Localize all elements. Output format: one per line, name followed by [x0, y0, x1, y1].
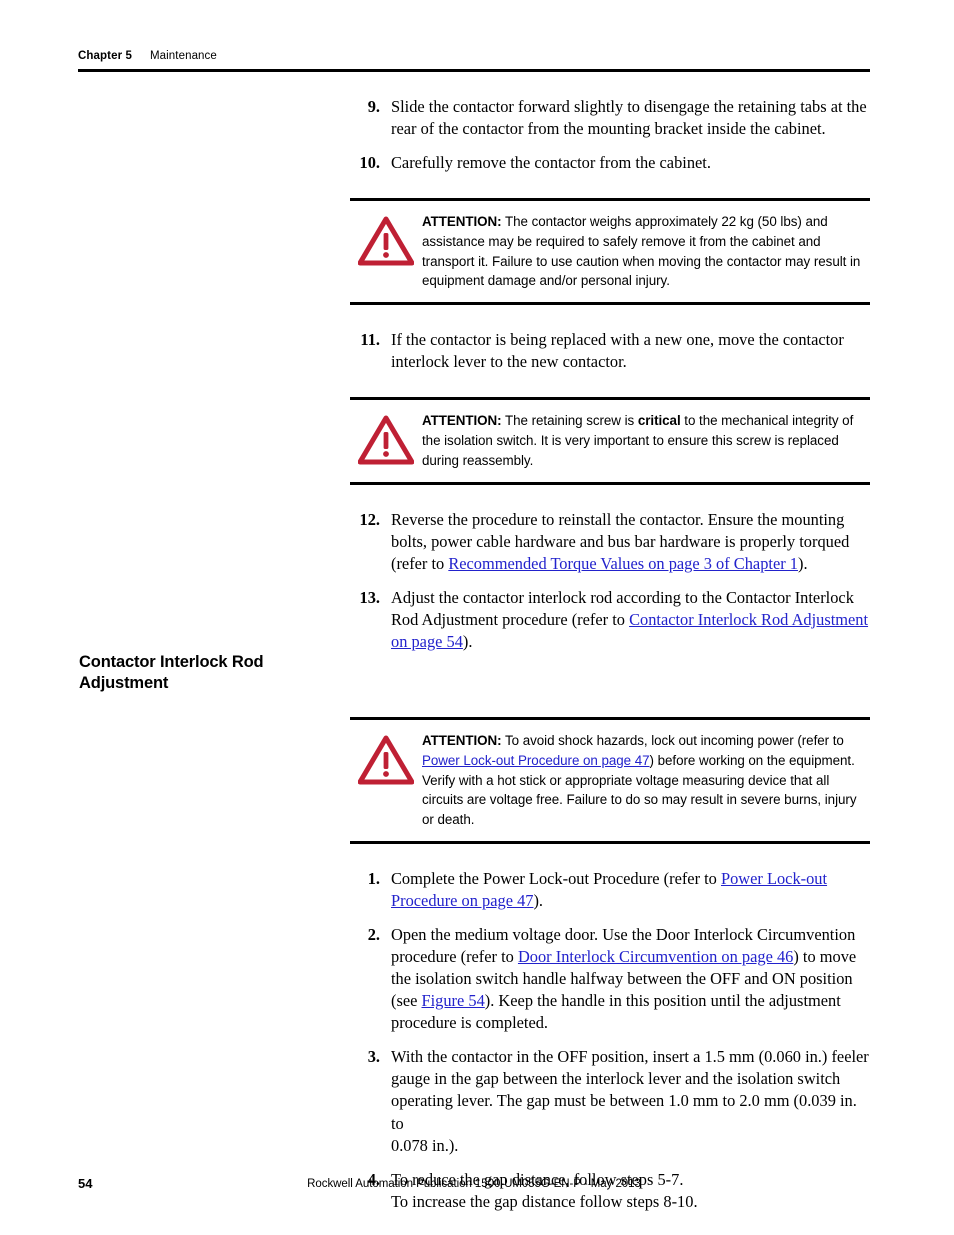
step-text: Open the medium voltage door. Use the Do…: [391, 924, 870, 1034]
step-text: Reverse the procedure to reinstall the c…: [391, 509, 870, 575]
step-text: Carefully remove the contactor from the …: [391, 152, 870, 174]
attention-label: ATTENTION:: [422, 413, 502, 429]
step-line: Slide the contactor forward slightly to …: [391, 97, 867, 116]
step-number: 13.: [359, 587, 381, 607]
list-item: 2. Open the medium voltage door. Use the…: [350, 924, 870, 1034]
attention-label: ATTENTION:: [422, 214, 502, 230]
list-item: 9. Slide the contactor forward slightly …: [350, 96, 870, 140]
attention-box-contactor-weight: ATTENTION: The contactor weighs approxim…: [350, 198, 870, 306]
list-item: 12. Reverse the procedure to reinstall t…: [350, 509, 870, 575]
attention-body-text-part-1: The retaining screw is: [501, 413, 638, 429]
step-text-before-link: Complete the Power Lock-out Procedure (r…: [391, 868, 721, 888]
procedure-list-adjustment: 1. Complete the Power Lock-out Procedure…: [350, 868, 870, 1213]
step-text: With the contactor in the OFF position, …: [391, 1046, 870, 1156]
step-text: Complete the Power Lock-out Procedure (r…: [391, 868, 870, 912]
step-text: Slide the contactor forward slightly to …: [391, 96, 870, 140]
procedure-list-top: 9. Slide the contactor forward slightly …: [350, 96, 870, 174]
step-text: Adjust the contactor interlock rod accor…: [391, 587, 870, 653]
header-chapter-label: Chapter 5: [78, 50, 132, 62]
header-divider-rule: [78, 69, 870, 72]
step-number: 12.: [359, 509, 381, 529]
step-text-after-link: ).: [797, 553, 808, 573]
attention-text: ATTENTION: To avoid shock hazards, lock …: [422, 731, 870, 830]
step-line: gauge in the gap between the interlock l…: [391, 1069, 841, 1089]
list-item: 1. Complete the Power Lock-out Procedure…: [350, 868, 870, 912]
attention-box-shock-hazard: ATTENTION: To avoid shock hazards, lock …: [350, 717, 870, 844]
step-number: 2.: [367, 925, 380, 944]
step-number: 10.: [359, 153, 381, 173]
step-line: If the contactor is being replaced with …: [391, 330, 844, 350]
list-item: 4. To reduce the gap distance, follow st…: [350, 1169, 870, 1213]
cross-reference-link-figure-54[interactable]: Figure 54: [421, 991, 484, 1010]
section-heading-line-2: Adjustment: [79, 674, 169, 693]
warning-triangle-icon: [350, 212, 422, 266]
step-line: Carefully remove the contactor from the …: [391, 153, 711, 173]
attention-text: ATTENTION: The retaining screw is critic…: [422, 411, 870, 470]
step-number: 11.: [360, 330, 380, 350]
attention-emphasis-word: critical: [637, 413, 681, 429]
procedure-list-steps-12-13: 12. Reverse the procedure to reinstall t…: [350, 509, 870, 653]
step-number: 9.: [367, 97, 380, 116]
list-item: 13. Adjust the contactor interlock rod a…: [350, 587, 870, 653]
cross-reference-link-door-interlock-circumvention[interactable]: Door Interlock Circumvention on page 46: [518, 947, 793, 966]
attention-text: ATTENTION: The contactor weighs approxim…: [422, 212, 870, 291]
cross-reference-link-power-lock-out-procedure[interactable]: Power Lock-out Procedure on page 47: [422, 753, 650, 768]
step-text: To reduce the gap distance, follow steps…: [391, 1169, 870, 1213]
list-item: 3. With the contactor in the OFF positio…: [350, 1046, 870, 1156]
cross-reference-link-recommended-torque-values[interactable]: Recommended Torque Values on page 3 of C…: [448, 554, 798, 573]
procedure-list-step-11: 11. If the contactor is being replaced w…: [350, 329, 870, 373]
attention-label: ATTENTION:: [422, 733, 502, 749]
body-column: 9. Slide the contactor forward slightly …: [350, 96, 870, 1213]
list-item: 10. Carefully remove the contactor from …: [350, 152, 870, 174]
header-section-label: Maintenance: [149, 50, 217, 62]
list-item: 11. If the contactor is being replaced w…: [350, 329, 870, 373]
step-number: 3.: [367, 1047, 380, 1067]
step-line: 0.078 in.).: [391, 1135, 459, 1155]
section-heading-contactor-interlock-rod-adjustment: Contactor Interlock Rod Adjustment: [79, 652, 341, 695]
section-heading-line-1: Contactor Interlock Rod: [79, 653, 264, 671]
page-header: Chapter 5 Maintenance: [78, 50, 870, 72]
warning-triangle-icon: [350, 411, 422, 465]
step-line: operating lever. The gap must be between…: [391, 1091, 857, 1133]
publication-info: Rockwell Automation Publication 1500-UM0…: [307, 1178, 641, 1190]
step-line: interlock lever to the new contactor.: [391, 352, 627, 372]
step-text-after-link: ).: [533, 890, 544, 910]
warning-triangle-icon: [350, 731, 422, 785]
attention-body-text-before-link: To avoid shock hazards, lock out incomin…: [501, 733, 844, 749]
step-text-after-link: ).: [462, 631, 473, 651]
attention-box-retaining-screw: ATTENTION: The retaining screw is critic…: [350, 397, 870, 485]
step-number: 1.: [367, 868, 380, 888]
step-line: With the contactor in the OFF position, …: [391, 1047, 869, 1067]
step-text: If the contactor is being replaced with …: [391, 329, 870, 373]
step-line: To increase the gap distance follow step…: [391, 1191, 698, 1211]
header-row: Chapter 5 Maintenance: [78, 50, 870, 62]
step-line: rear of the contactor from the mounting …: [391, 119, 826, 139]
